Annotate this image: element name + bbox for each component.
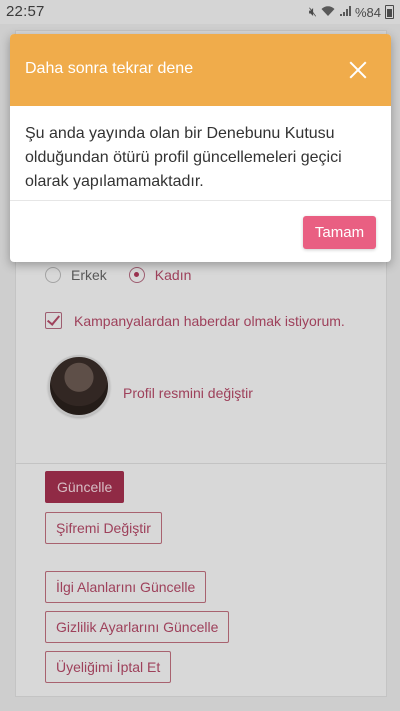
dialog-title: Daha sonra tekrar dene — [25, 60, 194, 77]
close-icon[interactable] — [349, 61, 367, 79]
dialog-header: Daha sonra tekrar dene — [10, 34, 391, 106]
dialog-divider — [10, 200, 391, 201]
ok-button[interactable]: Tamam — [303, 216, 376, 249]
error-dialog: Daha sonra tekrar dene Şu anda yayında o… — [10, 34, 391, 262]
dialog-message: Şu anda yayında olan bir Denebunu Kutusu… — [25, 125, 342, 190]
